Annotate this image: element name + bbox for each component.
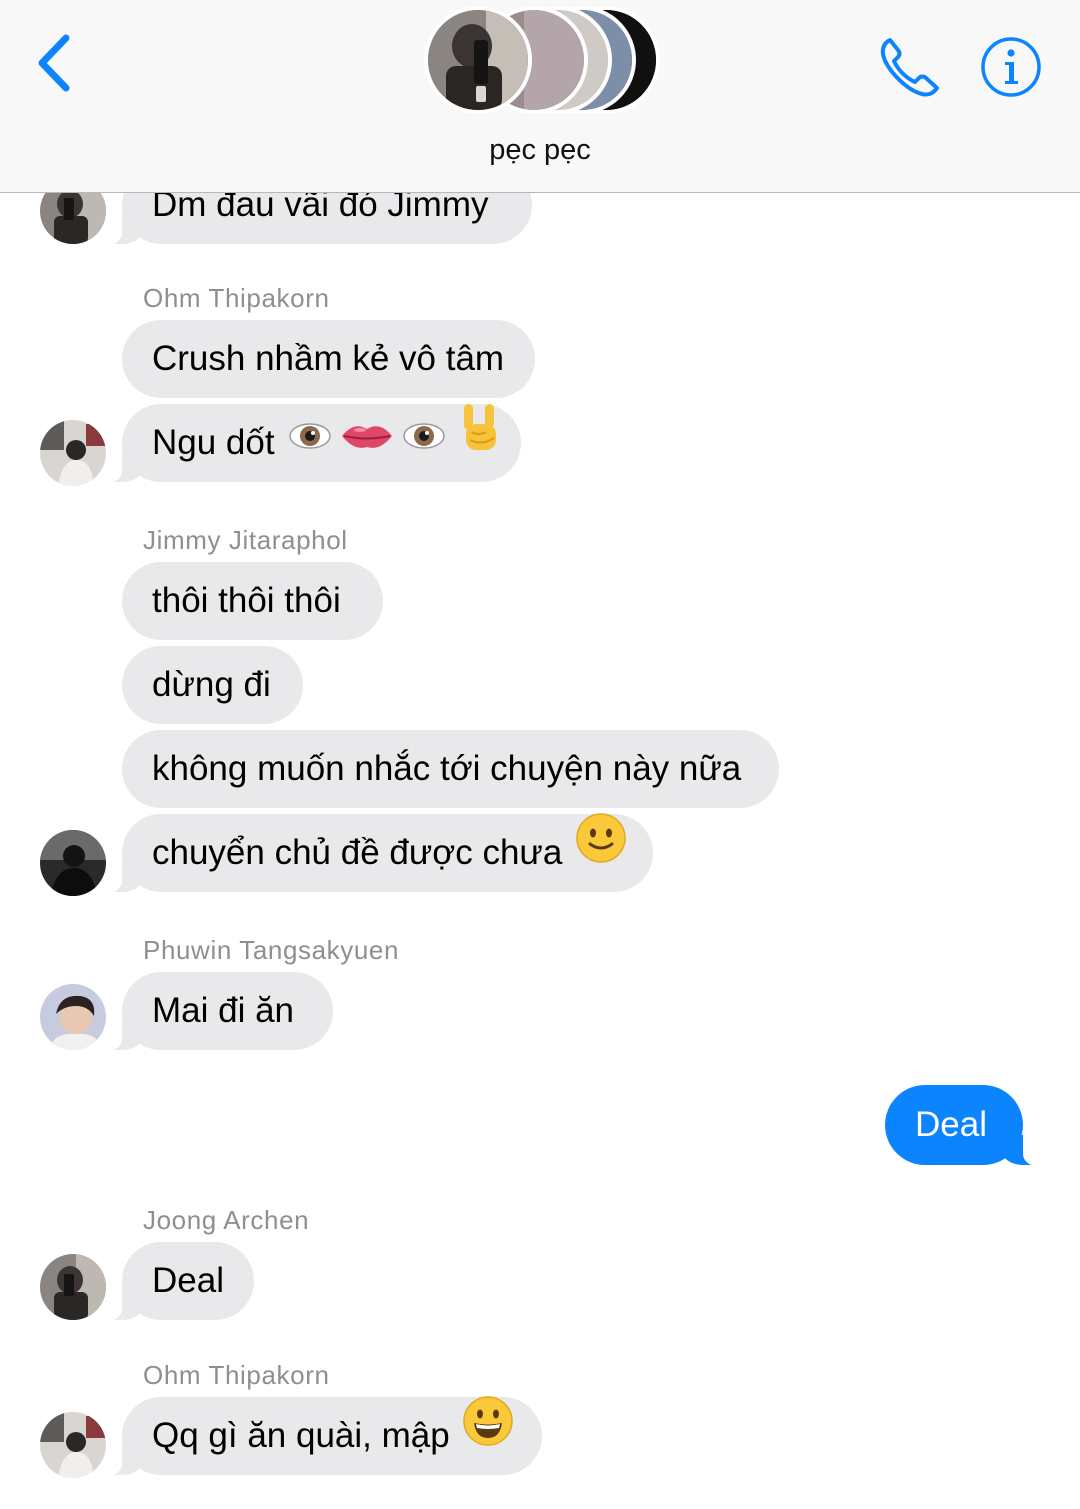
message-text: dừng đi [152, 665, 271, 704]
group-member-avatar [424, 6, 532, 114]
message-bubble[interactable]: Ngu dốt [96, 402, 521, 483]
chevron-left-icon [38, 34, 70, 92]
message-text: Qq gì ăn quài, mập [152, 1416, 450, 1455]
mouth-emoji-icon [340, 403, 394, 481]
message-text: Deal [152, 1261, 224, 1300]
phone-icon [880, 38, 939, 97]
sender-avatar[interactable] [40, 1412, 106, 1478]
message-text: không muốn nhắc tới chuyện này nữa [152, 749, 742, 788]
info-button[interactable] [980, 36, 1042, 98]
group-avatar-stack[interactable] [424, 6, 660, 114]
outgoing-message-bubble[interactable]: Deal [885, 1085, 1049, 1166]
sender-name: Ohm Thipakorn [143, 1360, 330, 1390]
sender-name: Jimmy Jitaraphol [143, 525, 348, 555]
message-text: thôi thôi thôi [152, 581, 341, 620]
sender-name: Phuwin Tangsakyuen [143, 935, 400, 965]
slightly-smiling-face-icon [576, 813, 626, 891]
message-bubble[interactable]: Qq gì ăn quài, mập [96, 1396, 542, 1476]
sender-name: Joong Archen [143, 1205, 310, 1235]
eye-emoji-icon [402, 403, 446, 481]
message-text: Deal [915, 1105, 987, 1144]
message-text: Mai đi ăn [152, 991, 295, 1030]
eye-emoji-icon [288, 403, 332, 481]
message-text: Ngu dốt [152, 423, 275, 462]
sender-avatar[interactable] [40, 830, 106, 896]
message-text: chuyển chủ đề được chưa [152, 833, 563, 872]
sender-avatar[interactable] [40, 420, 106, 486]
message-bubble[interactable]: Crush nhầm kẻ vô tâm [122, 320, 535, 398]
back-button[interactable] [30, 30, 90, 96]
message-bubble[interactable]: Mai đi ăn [96, 972, 333, 1051]
call-button[interactable] [876, 34, 944, 100]
chat-screen: Dm đau vãi đó Jimmy Ohm Thipakorn Crush … [0, 0, 1080, 1509]
info-icon [981, 37, 1041, 97]
message-text: Crush nhầm kẻ vô tâm [152, 339, 505, 378]
message-bubble[interactable]: Deal [96, 1242, 254, 1321]
message-bubble[interactable]: thôi thôi thôi [122, 562, 383, 640]
group-title[interactable]: pẹc pẹc [0, 134, 1080, 167]
rock-hand-emoji-icon [460, 402, 500, 482]
sender-avatar[interactable] [40, 1254, 106, 1320]
message-bubble[interactable]: không muốn nhắc tới chuyện này nữa [122, 730, 779, 808]
grinning-face-icon [463, 1396, 514, 1474]
message-bubble[interactable]: dừng đi [122, 646, 303, 724]
message-bubble[interactable]: chuyển chủ đề được chưa [96, 813, 653, 893]
sender-name: Ohm Thipakorn [143, 283, 330, 313]
sender-avatar[interactable] [40, 984, 106, 1050]
conversation-header: pẹc pẹc [0, 0, 1080, 193]
